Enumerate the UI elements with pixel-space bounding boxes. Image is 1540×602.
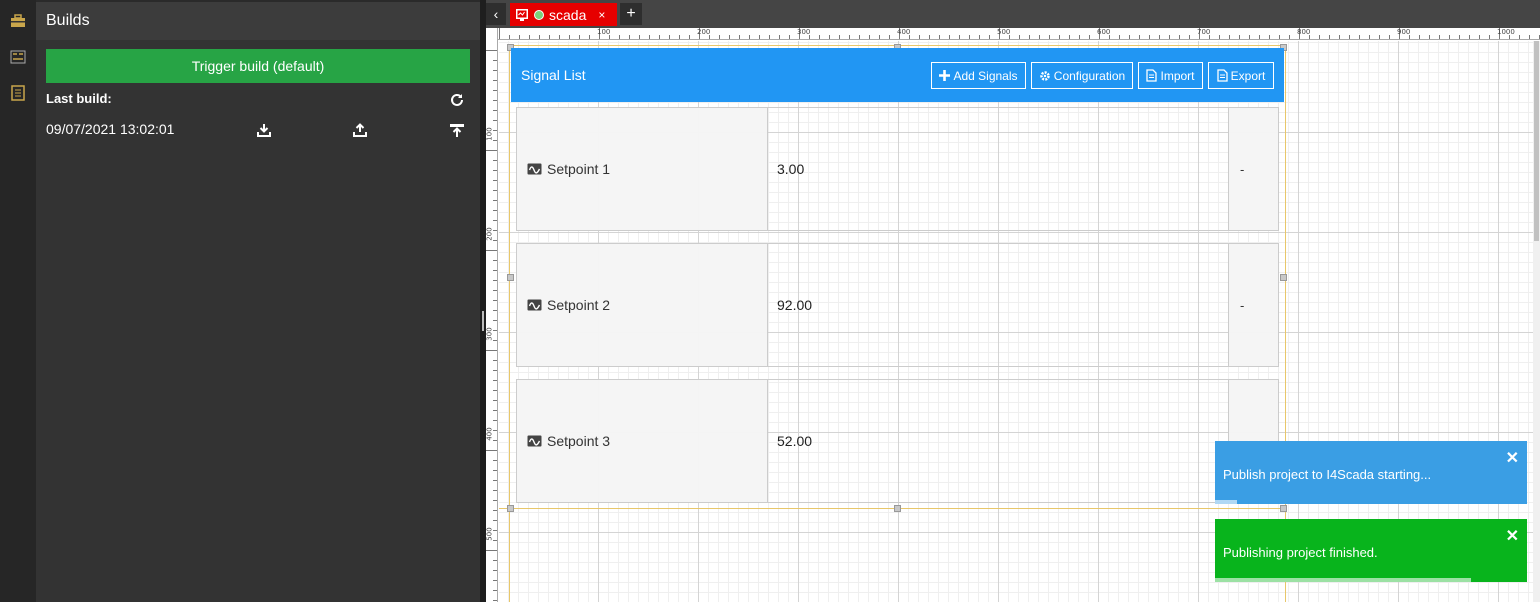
signal-value: 3.00 <box>767 107 1229 231</box>
toast-publish-finished[interactable]: Publishing project finished. ✕ <box>1215 519 1527 582</box>
signal-name-cell: Setpoint 3 <box>516 379 768 503</box>
last-build-time: 09/07/2021 13:02:01 <box>46 121 175 137</box>
ruler-label: 700 <box>1197 28 1211 36</box>
selection-guide-bottom <box>499 508 1286 509</box>
export-button[interactable]: Export <box>1208 62 1274 89</box>
toast-message: Publishing project finished. <box>1223 545 1378 560</box>
ruler-label: 1000 <box>1497 28 1515 36</box>
toast-message: Publish project to I4Scada starting... <box>1223 467 1432 482</box>
ruler-label: 200 <box>486 227 494 241</box>
close-tab-icon[interactable]: × <box>598 8 605 22</box>
signal-name: Setpoint 2 <box>547 297 611 313</box>
signal-value: 52.00 <box>767 379 1229 503</box>
add-signals-label: Add Signals <box>953 68 1018 83</box>
builds-title: Builds <box>46 12 90 29</box>
signal-name: Setpoint 3 <box>547 433 611 449</box>
upload-icon[interactable] <box>352 122 368 138</box>
signal-row[interactable]: Setpoint 2 92.00 - <box>516 243 1279 367</box>
signal-list-title: Signal List <box>521 67 586 83</box>
ruler-label: 800 <box>1297 28 1311 36</box>
trigger-build-button[interactable]: Trigger build (default) <box>46 49 470 83</box>
ruler-label: 100 <box>597 28 611 36</box>
signal-name-cell: Setpoint 2 <box>516 243 768 367</box>
export-label: Export <box>1230 68 1266 83</box>
ruler-label: 100 <box>486 127 494 141</box>
signal-unit: - <box>1228 107 1279 231</box>
configuration-button[interactable]: Configuration <box>1031 62 1133 89</box>
ruler-label: 600 <box>1097 28 1111 36</box>
last-build-label: Last build: <box>46 91 112 106</box>
toast-progress-bar <box>1215 578 1471 582</box>
icon-rail <box>0 0 36 602</box>
status-dot-icon <box>534 9 544 20</box>
divider-grip[interactable] <box>482 311 484 331</box>
toast-publish-starting[interactable]: Publish project to I4Scada starting... ✕ <box>1215 441 1527 504</box>
configuration-label: Configuration <box>1053 68 1126 83</box>
chevron-left-icon: ‹ <box>493 6 499 22</box>
signal-row[interactable]: Setpoint 1 3.00 - <box>516 107 1279 231</box>
publish-icon[interactable] <box>449 122 465 138</box>
signal-row[interactable]: Setpoint 3 52.00 <box>516 379 1279 503</box>
export-file-icon <box>1217 69 1228 82</box>
tab-scada[interactable]: scada × <box>510 3 617 26</box>
vertical-ruler: 100 200 300 400 500 <box>486 28 498 602</box>
signal-value: 92.00 <box>767 243 1229 367</box>
resize-handle[interactable] <box>507 505 514 512</box>
ruler-label: 400 <box>897 28 911 36</box>
builds-header: Builds <box>36 0 480 40</box>
signal-unit: - <box>1228 243 1279 367</box>
signal-name: Setpoint 1 <box>547 161 611 177</box>
notebook-icon[interactable] <box>9 84 27 102</box>
signal-wave-icon <box>527 435 542 447</box>
ruler-label: 300 <box>486 327 494 341</box>
signal-list-header: Signal List Add Signals Configuration Im… <box>511 48 1284 102</box>
resize-handle[interactable] <box>1280 505 1287 512</box>
add-signals-button[interactable]: Add Signals <box>931 62 1026 89</box>
canvas-scrollbar-thumb[interactable] <box>1534 41 1539 241</box>
refresh-icon[interactable] <box>449 92 465 108</box>
import-button[interactable]: Import <box>1138 62 1203 89</box>
ruler-label: 900 <box>1397 28 1411 36</box>
plus-icon <box>939 70 951 81</box>
ruler-label: 200 <box>697 28 711 36</box>
download-icon[interactable] <box>256 122 272 138</box>
ruler-label: 300 <box>797 28 811 36</box>
import-file-icon <box>1146 69 1158 82</box>
tab-label: scada <box>549 6 587 23</box>
diagram-icon[interactable] <box>9 48 27 66</box>
ruler-label: 500 <box>997 28 1011 36</box>
scada-screen-icon <box>515 8 529 22</box>
signal-wave-icon <box>527 299 542 311</box>
close-icon[interactable]: ✕ <box>1506 448 1519 468</box>
signal-list-widget[interactable]: Signal List Add Signals Configuration Im… <box>511 48 1284 506</box>
gear-icon <box>1039 70 1051 82</box>
horizontal-ruler: 100 200 300 400 500 600 700 800 900 1000 <box>486 28 1540 40</box>
builds-panel: Builds Trigger build (default) Last buil… <box>36 0 480 602</box>
tab-bar: ‹ scada × + <box>486 0 1540 28</box>
add-tab-button[interactable]: + <box>620 3 642 25</box>
import-label: Import <box>1160 68 1195 83</box>
toolbox-icon[interactable] <box>9 12 27 30</box>
ruler-label: 400 <box>486 427 494 441</box>
resize-handle[interactable] <box>894 505 901 512</box>
ruler-label: 500 <box>486 527 494 541</box>
signal-wave-icon <box>527 163 542 175</box>
collapse-panel-button[interactable]: ‹ <box>486 3 506 25</box>
toast-progress-bar <box>1215 500 1237 504</box>
signal-name-cell: Setpoint 1 <box>516 107 768 231</box>
close-icon[interactable]: ✕ <box>1506 526 1519 546</box>
